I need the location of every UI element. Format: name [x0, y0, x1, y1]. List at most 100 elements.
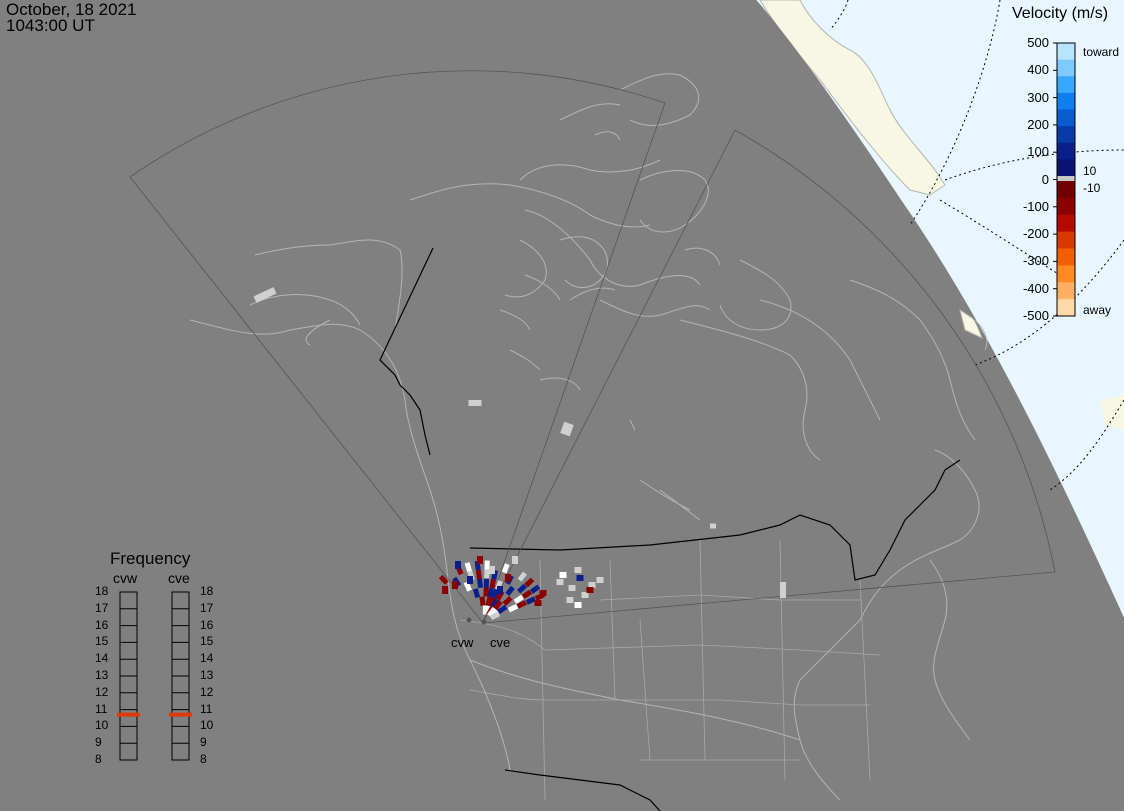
backscatter-cell	[556, 579, 564, 585]
backscatter-cell	[479, 596, 486, 606]
frequency-marker-cve	[169, 712, 192, 717]
map-view: October, 18 2021 1043:00 UT Velocity (m/…	[0, 0, 1124, 811]
backscatter-cell	[497, 586, 503, 594]
velocity-tick-label: -300	[1022, 253, 1049, 269]
frequency-panels	[117, 591, 192, 761]
backscatter-cell	[467, 576, 473, 584]
velocity-tick-label: 400	[1027, 62, 1049, 78]
backscatter-cell	[452, 581, 458, 589]
colorbar-segment-toward	[1057, 159, 1075, 177]
backscatter-cell	[507, 603, 519, 613]
backscatter-cell	[512, 556, 518, 564]
country-borders	[379, 247, 961, 811]
backscatter-cell	[517, 583, 528, 594]
backscatter-cell	[484, 560, 490, 570]
colorbar-segment-toward	[1057, 59, 1075, 77]
velocity-toward-label: toward	[1083, 45, 1120, 59]
frequency-scale-label-left: 10	[95, 718, 109, 733]
map-canvas	[117, 0, 1124, 811]
frequency-scale-label-left: 9	[95, 735, 102, 750]
frequency-scale-label-right: 18	[200, 584, 214, 598]
colorbar-segment-away	[1057, 265, 1075, 283]
frequency-scale-label-left: 18	[95, 584, 109, 598]
frequency-scale-label-right: 8	[200, 752, 207, 766]
frequency-scale-label-right: 12	[200, 684, 214, 699]
backscatter-cell	[596, 577, 604, 583]
station-label-cvw: cvw	[451, 635, 474, 650]
frequency-header-cvw: cvw	[113, 570, 138, 586]
backscatter-cell	[442, 586, 448, 594]
velocity-away-label: away	[1083, 303, 1112, 317]
frequency-marker-cvw	[117, 712, 140, 717]
colorbar-segment-ground-scatter	[1057, 176, 1075, 181]
velocity-tick-label: 100	[1027, 144, 1049, 160]
frequency-scale-label-right: 11	[200, 701, 213, 716]
time-label: 1043:00 UT	[6, 16, 95, 35]
velocity-tick-label: 500	[1027, 35, 1049, 50]
velocity-tick-label: -100	[1022, 198, 1049, 214]
backscatter-cell	[576, 575, 584, 581]
backscatter-cell	[560, 421, 574, 437]
frequency-scale-label-left: 15	[95, 634, 109, 649]
frequency-scale-label-left: 16	[95, 617, 109, 632]
frequency-title: Frequency	[110, 549, 191, 568]
frequency-scale-label-left: 13	[95, 668, 109, 682]
backscatter-cell	[521, 589, 533, 599]
colorbar-segment-toward	[1057, 109, 1075, 127]
colorbar-segment-toward	[1057, 92, 1075, 110]
colorbar-segment-away	[1057, 282, 1075, 300]
backscatter-cell	[559, 572, 567, 578]
backscatter-cell	[574, 567, 582, 573]
backscatter-cell	[253, 287, 277, 303]
colorbar-segment-toward	[1057, 76, 1075, 94]
backscatter-cell	[455, 561, 461, 569]
station-marker-cvw	[466, 617, 472, 623]
backscatter-cell	[530, 584, 541, 594]
colorbar-segment-away	[1057, 248, 1075, 266]
frequency-scale-label-right: 9	[200, 735, 207, 750]
backscatter-cell	[505, 574, 511, 582]
backscatter-cell	[477, 556, 483, 564]
backscatter-cell	[477, 578, 484, 589]
backscatter-cell	[574, 602, 582, 608]
colorbar-segment-away	[1057, 231, 1075, 249]
station-label-cve: cve	[490, 635, 511, 650]
colorbar-segment-away	[1057, 197, 1075, 216]
velocity-tick-label: 0	[1041, 171, 1049, 187]
ground-scatter-lower-label: -10	[1083, 181, 1101, 195]
frequency-scale-label-right: 15	[200, 634, 214, 649]
frequency-header-cve: cve	[168, 570, 190, 586]
backscatter-cell	[505, 585, 515, 596]
station-marker-cve	[481, 619, 487, 625]
velocity-tick-label: -400	[1022, 280, 1049, 296]
frequency-scale-label-right: 16	[200, 617, 214, 632]
frequency-scale-label-left: 14	[95, 651, 109, 666]
backscatter-cell	[586, 587, 594, 593]
coastlines	[189, 73, 988, 801]
backscatter-cell	[534, 600, 542, 606]
frequency-scale-label-left: 11	[95, 701, 108, 716]
velocity-tick-label: 200	[1027, 116, 1049, 132]
velocity-legend-title: Velocity (m/s)	[1012, 5, 1109, 22]
colorbar-segment-toward	[1057, 43, 1075, 61]
backscatter-cell	[472, 588, 481, 599]
velocity-tick-label: 300	[1027, 89, 1049, 105]
frequency-scale-label-left: 8	[95, 752, 102, 766]
ground-scatter-upper-label: 10	[1083, 164, 1097, 178]
backscatter-cell	[475, 569, 482, 580]
colorbar-segment-away	[1057, 181, 1075, 199]
backscatter-cell	[566, 597, 574, 603]
frequency-scale-label-right: 10	[200, 718, 214, 733]
colorbar-segment-toward	[1057, 142, 1075, 160]
backscatter-cell	[710, 523, 716, 529]
frequency-scale-label-right: 17	[200, 600, 214, 615]
frequency-scale-label-left: 12	[95, 684, 109, 699]
frequency-scale-label-left: 17	[95, 600, 109, 615]
colorbar-segment-toward	[1057, 126, 1075, 144]
backscatter-cell	[489, 578, 497, 589]
backscatter-cell	[517, 571, 527, 582]
backscatter-cell	[489, 566, 495, 574]
colorbar-segment-away	[1057, 214, 1075, 233]
backscatter-cell	[502, 596, 513, 606]
backscatter-cell	[780, 582, 786, 598]
